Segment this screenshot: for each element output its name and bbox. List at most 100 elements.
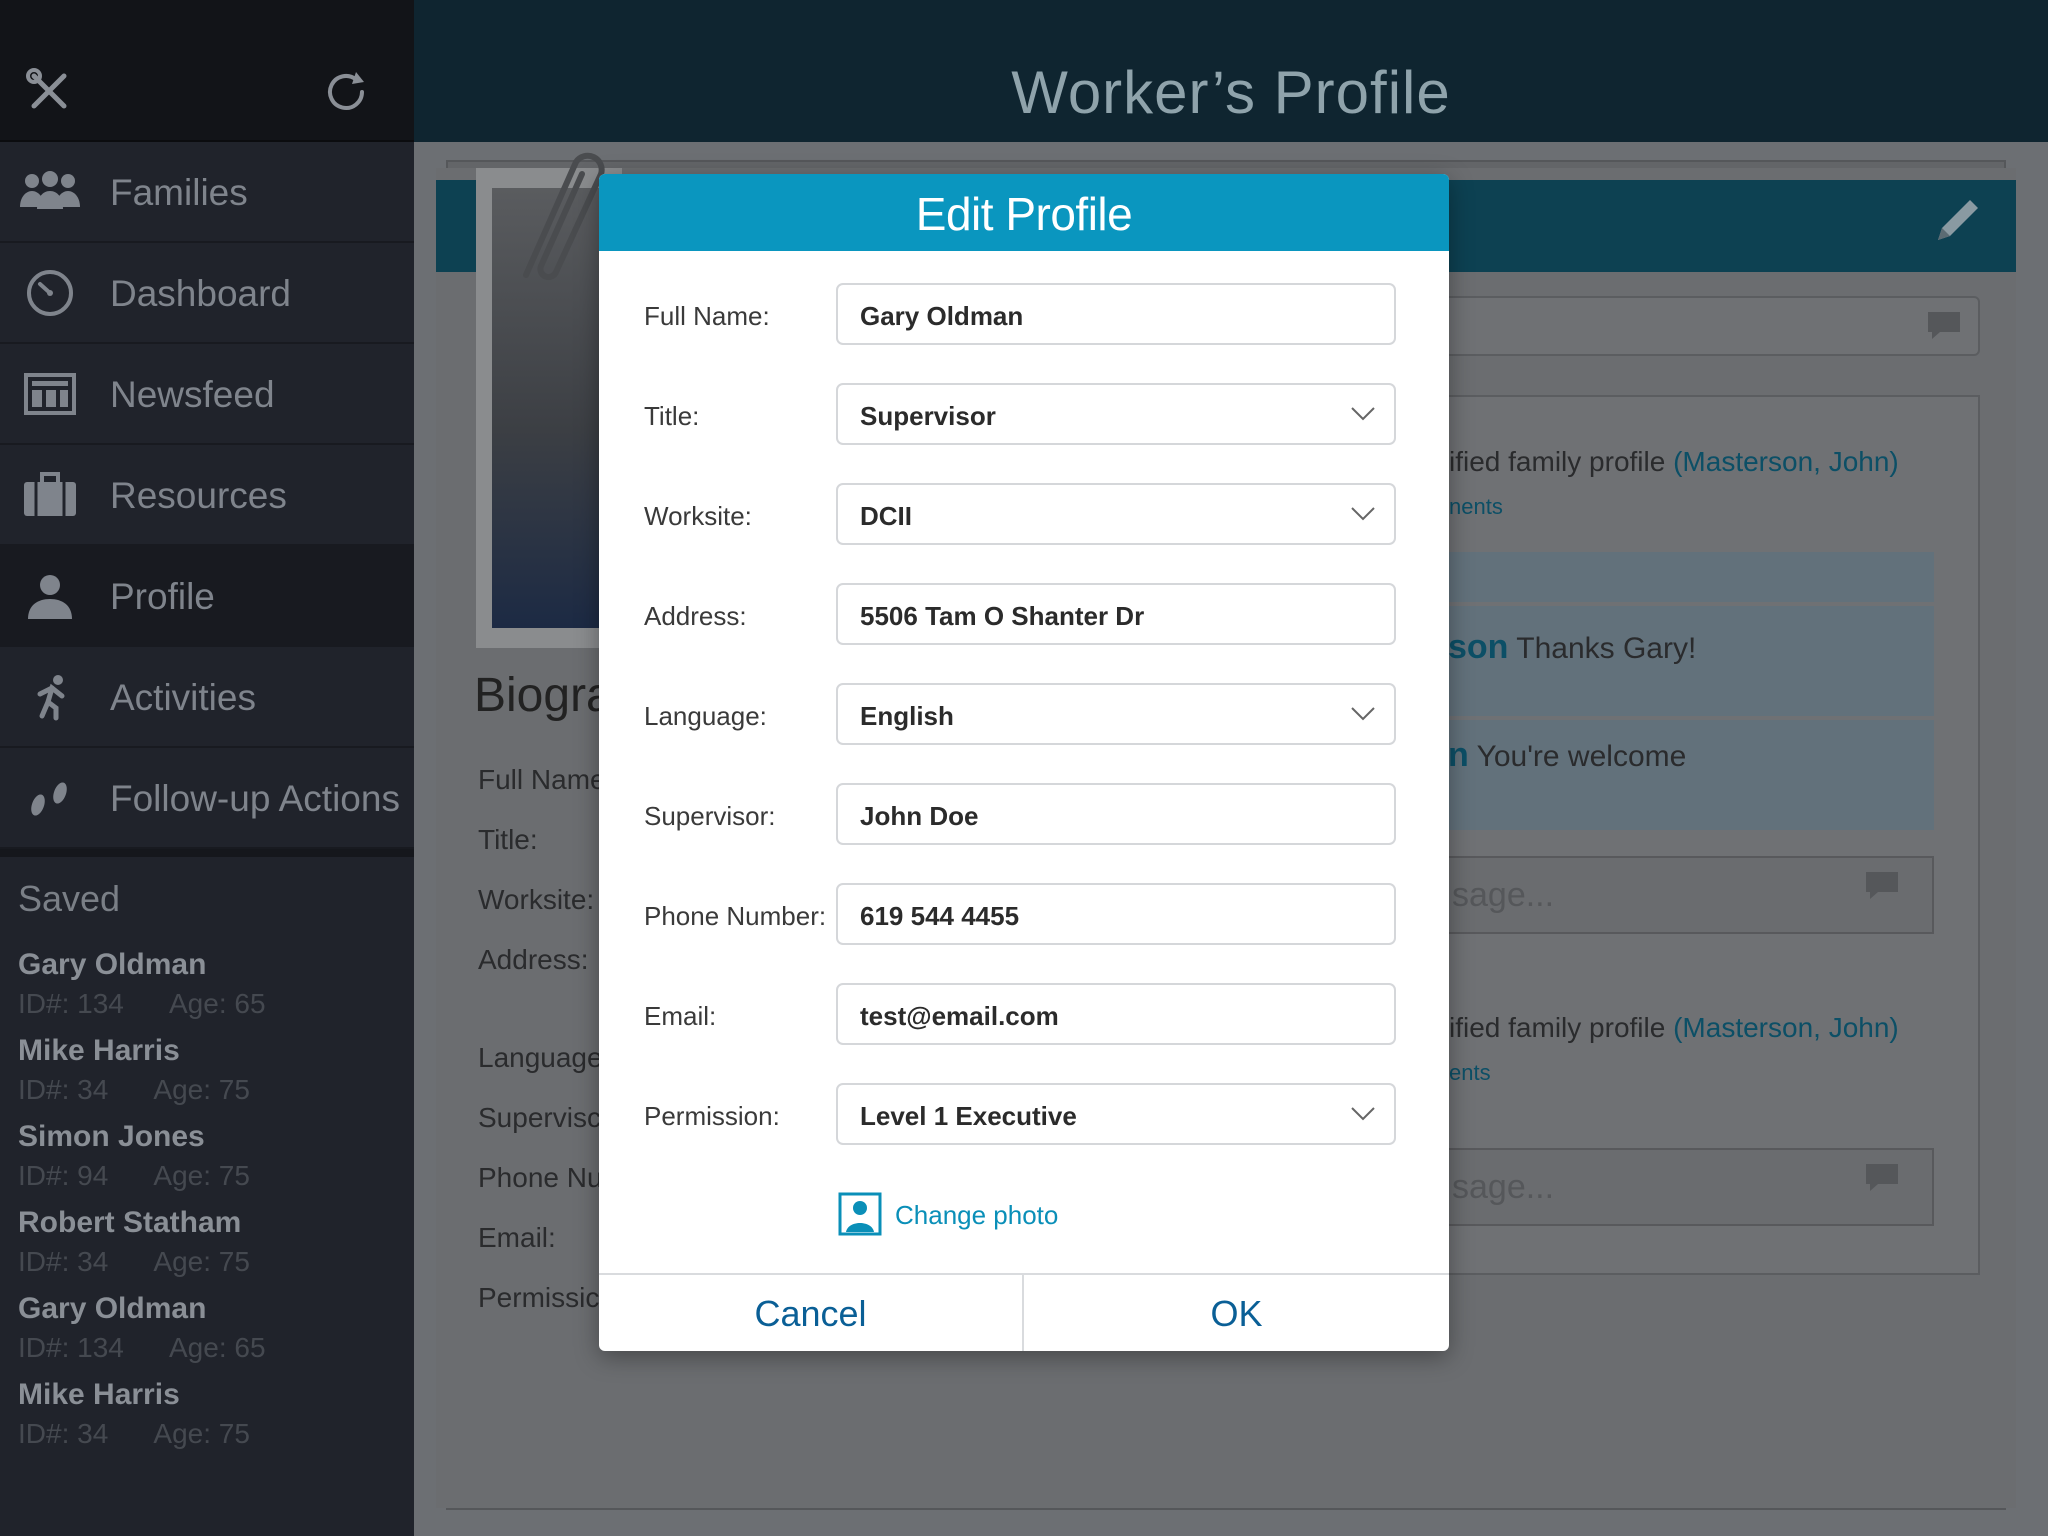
email-value: test@email.com — [860, 1001, 1059, 1031]
comment-1-author[interactable]: son — [1448, 628, 1508, 666]
worksite-row: Worksite: DCII — [599, 483, 1449, 547]
feed-item-1-text: ified family profile (Masterson, John) — [1449, 446, 1899, 477]
address-input[interactable]: 5506 Tam O Shanter Dr — [836, 583, 1396, 645]
comment-2-author[interactable]: n — [1448, 736, 1469, 774]
footprints-icon — [18, 773, 82, 823]
comment-bubble-icon[interactable] — [1926, 310, 1962, 340]
saved-item[interactable]: Simon Jones ID#: 94 Age: 75 — [18, 1120, 408, 1206]
send-bubble-icon[interactable] — [1864, 870, 1900, 900]
phone-label: Phone Number: — [644, 901, 827, 931]
message-input-2[interactable]: sage... — [1440, 1148, 1934, 1226]
saved-item-age: Age: 65 — [169, 1332, 266, 1363]
worksite-select[interactable]: DCII — [836, 483, 1396, 545]
saved-item-name: Mike Harris — [18, 1378, 180, 1411]
supervisor-value: John Doe — [860, 801, 979, 831]
email-input[interactable]: test@email.com — [836, 983, 1396, 1045]
sidebar-item-families[interactable]: Families — [0, 142, 414, 243]
saved-item[interactable]: Gary Oldman ID#: 134 Age: 65 — [18, 948, 408, 1034]
permission-label: Permission: — [644, 1101, 780, 1131]
feed-item-2-comments-link[interactable]: ents — [1449, 1060, 1491, 1086]
title-value: Supervisor — [860, 401, 996, 431]
sidebar-item-label: Families — [110, 172, 248, 213]
permission-select[interactable]: Level 1 Executive — [836, 1083, 1396, 1145]
feed-comment-2: n You're welcome — [1440, 720, 1934, 830]
refresh-icon[interactable] — [322, 68, 370, 116]
language-select[interactable]: English — [836, 683, 1396, 745]
edit-pencil-icon[interactable] — [1930, 192, 1986, 248]
sidebar-item-profile[interactable]: Profile — [0, 546, 414, 647]
saved-item-name: Gary Oldman — [18, 1292, 207, 1325]
newsfeed-panel — [1440, 395, 1980, 1275]
page-title: Worker’s Profile — [1011, 59, 1451, 126]
saved-item-meta: ID#: 34 Age: 75 — [18, 1074, 408, 1106]
paperclip-icon — [523, 152, 605, 281]
saved-item[interactable]: Gary Oldman ID#: 134 Age: 65 — [18, 1292, 408, 1378]
saved-list: Gary Oldman ID#: 134 Age: 65 Mike Harris ID… — [18, 948, 408, 1464]
biography-heading: Biogra — [474, 669, 613, 722]
tools-icon[interactable] — [26, 68, 72, 114]
message-input-1-placeholder: sage... — [1452, 876, 1555, 914]
saved-item-meta: ID#: 134 Age: 65 — [18, 988, 408, 1020]
saved-item-id: ID#: 134 — [18, 1332, 124, 1363]
sidebar-item-label: Newsfeed — [110, 374, 275, 415]
person-photo-icon — [838, 1192, 882, 1236]
feed-item-1-link[interactable]: (Masterson, John) — [1673, 446, 1899, 477]
sidebar-item-follow-up-actions[interactable]: Follow-up Actions — [0, 748, 414, 849]
worksite-label: Worksite: — [644, 501, 752, 531]
saved-item-name: Simon Jones — [18, 1120, 205, 1153]
saved-item-name: Mike Harris — [18, 1034, 180, 1067]
sidebar-item-activities[interactable]: Activities — [0, 647, 414, 748]
sidebar-item-label: Profile — [110, 576, 215, 617]
saved-item[interactable]: Robert Statham ID#: 34 Age: 75 — [18, 1206, 408, 1292]
status-input[interactable] — [1440, 296, 1980, 356]
supervisor-input[interactable]: John Doe — [836, 783, 1396, 845]
feed-item-1-comments-link[interactable]: nents — [1449, 494, 1503, 520]
saved-item-meta: ID#: 34 Age: 75 — [18, 1246, 408, 1278]
feed-item-2-link[interactable]: (Masterson, John) — [1673, 1012, 1899, 1043]
saved-item-age: Age: 75 — [153, 1074, 250, 1105]
title-select[interactable]: Supervisor — [836, 383, 1396, 445]
saved-item-meta: ID#: 34 Age: 75 — [18, 1418, 408, 1450]
email-label: Email: — [644, 1001, 717, 1031]
saved-item-name: Gary Oldman — [18, 948, 207, 981]
bio-label-email: Email: — [478, 1222, 556, 1253]
dialog-title: Edit Profile — [599, 174, 1449, 251]
feed-comment-1: son Thanks Gary! — [1440, 606, 1934, 716]
saved-item-age: Age: 75 — [153, 1418, 250, 1449]
cancel-button[interactable]: Cancel — [599, 1275, 1024, 1351]
phone-input[interactable]: 619 544 4455 — [836, 883, 1396, 945]
ok-button[interactable]: OK — [1024, 1275, 1449, 1351]
bio-label-full-name: Full Name — [478, 764, 606, 795]
sidebar-item-resources[interactable]: Resources — [0, 445, 414, 546]
message-input-1[interactable]: sage... — [1440, 856, 1934, 934]
language-row: Language: English — [599, 683, 1449, 747]
saved-item-meta: ID#: 134 Age: 65 — [18, 1332, 408, 1364]
sidebar-item-newsfeed[interactable]: Newsfeed — [0, 344, 414, 445]
sidebar: Families Dashboard Newsfeed Resources Profil… — [0, 0, 414, 1536]
saved-item[interactable]: Mike Harris ID#: 34 Age: 75 — [18, 1378, 408, 1464]
bio-label-supervisor: Supervisc — [478, 1102, 601, 1133]
address-label: Address: — [644, 601, 747, 631]
bio-label-address: Address: — [478, 944, 589, 975]
briefcase-icon — [18, 470, 82, 520]
address-value: 5506 Tam O Shanter Dr — [860, 601, 1145, 631]
saved-item-meta: ID#: 94 Age: 75 — [18, 1160, 408, 1192]
phone-row: Phone Number: 619 544 4455 — [599, 883, 1449, 947]
saved-item-age: Age: 75 — [153, 1246, 250, 1277]
dialog-footer: Cancel OK — [599, 1273, 1449, 1351]
send-bubble-icon[interactable] — [1864, 1162, 1900, 1192]
full-name-input[interactable]: Gary Oldman — [836, 283, 1396, 345]
running-person-icon — [18, 672, 82, 722]
saved-item-id: ID#: 94 — [18, 1160, 109, 1191]
email-row: Email: test@email.com — [599, 983, 1449, 1047]
bio-label-worksite: Worksite: — [478, 884, 595, 915]
nav-divider — [0, 849, 414, 857]
sidebar-item-dashboard[interactable]: Dashboard — [0, 243, 414, 344]
saved-item[interactable]: Mike Harris ID#: 34 Age: 75 — [18, 1034, 408, 1120]
title-label: Title: — [644, 401, 700, 431]
saved-section-title: Saved — [18, 878, 121, 919]
full-name-value: Gary Oldman — [860, 301, 1024, 331]
language-value: English — [860, 701, 954, 731]
permission-value: Level 1 Executive — [860, 1101, 1077, 1131]
sidebar-nav: Families Dashboard Newsfeed Resources Profil… — [0, 142, 414, 857]
